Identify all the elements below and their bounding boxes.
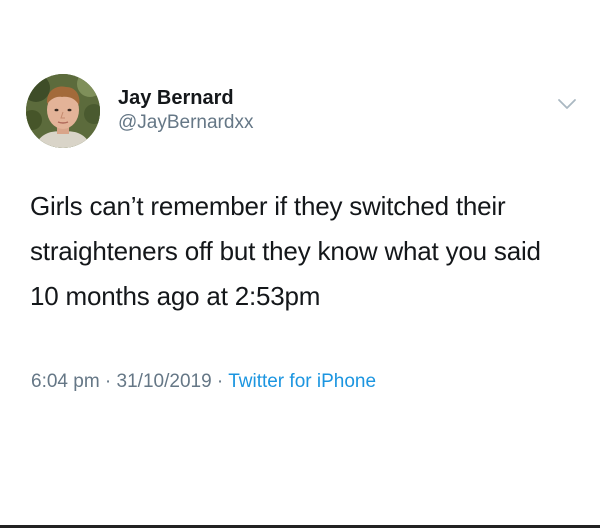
tweet-header: Jay Bernard @JayBernardxx — [26, 74, 586, 150]
tweet-time[interactable]: 6:04 pm — [31, 371, 100, 392]
tweet-card: Jay Bernard @JayBernardxx Girls can’t re… — [0, 0, 600, 528]
user-names: Jay Bernard @JayBernardxx — [118, 86, 253, 135]
chevron-down-icon[interactable] — [556, 96, 578, 112]
tweet-text: Girls can’t remember if they switched th… — [30, 191, 541, 311]
tweet-source-link[interactable]: Twitter for iPhone — [228, 371, 376, 392]
display-name[interactable]: Jay Bernard — [118, 86, 253, 110]
meta-separator-2: · — [211, 371, 229, 392]
avatar[interactable] — [26, 74, 100, 148]
meta-separator: · — [99, 371, 117, 392]
user-handle[interactable]: @JayBernardxx — [118, 111, 253, 135]
avatar-image — [26, 74, 100, 148]
tweet-meta: 6:04 pm · 31/10/2019 · Twitter for iPhon… — [31, 369, 376, 395]
tweet-date[interactable]: 31/10/2019 — [117, 371, 212, 392]
